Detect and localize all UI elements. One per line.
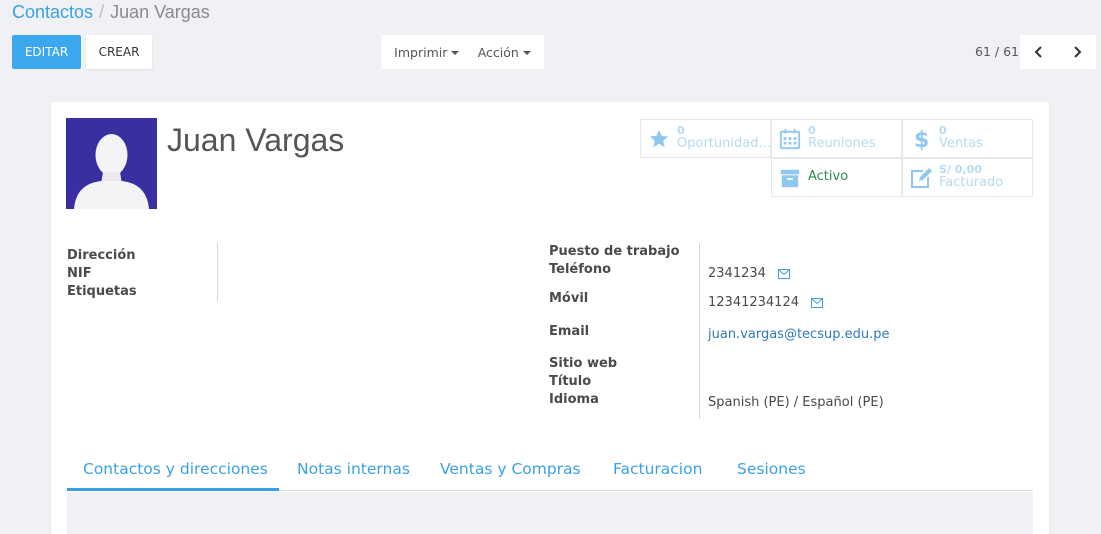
partner-avatar[interactable] [66, 118, 157, 209]
calendar-icon [779, 128, 801, 149]
phone-value: 2341234 [708, 266, 766, 281]
sales-label: Ventas [939, 137, 983, 152]
breadcrumb: Contactos / Juan Vargas [12, 2, 210, 23]
active-toggle-button[interactable]: Activo [771, 158, 902, 197]
breadcrumb-separator: / [99, 2, 105, 22]
meetings-count: 0 [808, 124, 816, 138]
meetings-label: Reuniones [808, 137, 876, 152]
tab-sales-purchases[interactable]: Ventas y Compras [440, 460, 581, 478]
phone-label: Teléfono [549, 262, 612, 277]
caret-down-icon [451, 51, 460, 55]
title-label: Título [549, 374, 592, 389]
archive-icon [780, 169, 800, 187]
pager-previous-button[interactable] [1020, 35, 1058, 69]
opportunities-count: 0 [677, 124, 685, 138]
partner-name: Juan Vargas [167, 122, 345, 158]
tab-content-area [67, 492, 1033, 534]
opportunities-label: Oportunidad... [677, 137, 769, 152]
tags-label: Etiquetas [67, 284, 137, 299]
email-link[interactable]: juan.vargas@tecsup.edu.pe [708, 327, 889, 342]
email-label: Email [549, 324, 590, 339]
pager-nav [1020, 35, 1096, 69]
caret-down-icon [522, 51, 531, 55]
svg-text:$: $ [914, 128, 929, 151]
phone-value-row: 2341234 [708, 266, 790, 281]
tab-contacts-addresses[interactable]: Contactos y direcciones [83, 460, 268, 478]
create-button[interactable]: CREAR [86, 35, 152, 69]
opportunities-stat-button[interactable]: 0 Oportunidad... [640, 119, 771, 158]
envelope-icon[interactable] [777, 268, 790, 279]
breadcrumb-contacts-link[interactable]: Contactos [12, 2, 93, 22]
person-silhouette-icon [74, 134, 149, 209]
sales-stat-button[interactable]: $ 0 Ventas [902, 119, 1033, 158]
actions-bar: Imprimir Acción [381, 35, 544, 69]
notebook-tabs: Contactos y direcciones Notas internas V… [67, 454, 1033, 491]
form-sheet: Juan Vargas 0 Oportunidad... 0 Reuniones… [51, 102, 1049, 534]
breadcrumb-current: Juan Vargas [110, 2, 210, 22]
tab-sessions[interactable]: Sesiones [737, 460, 806, 478]
job-position-label: Puesto de trabajo [549, 244, 680, 259]
tab-internal-notes[interactable]: Notas internas [297, 460, 410, 478]
pager-next-button[interactable] [1058, 35, 1096, 69]
sales-count: 0 [939, 124, 947, 138]
active-tab-indicator [67, 488, 279, 491]
edit-pencil-icon [911, 167, 932, 188]
dollar-icon: $ [914, 128, 929, 151]
meetings-stat-button[interactable]: 0 Reuniones [771, 119, 902, 158]
website-label: Sitio web [549, 356, 618, 371]
envelope-icon[interactable] [810, 297, 823, 308]
mobile-label: Móvil [549, 291, 589, 306]
address-label: Dirección [67, 248, 136, 263]
action-dropdown-label: Acción [477, 44, 519, 60]
invoiced-label: Facturado [939, 176, 1004, 191]
mobile-value-row: 12341234124 [708, 295, 823, 310]
invoiced-stat-button[interactable]: S/ 0,00 Facturado [902, 158, 1033, 197]
right-group-divider [699, 243, 700, 419]
print-dropdown-label: Imprimir [394, 44, 448, 60]
print-dropdown[interactable]: Imprimir [394, 44, 460, 60]
language-label: Idioma [549, 392, 599, 407]
nif-label: NIF [67, 266, 92, 281]
left-group-divider [217, 243, 218, 301]
chevron-left-icon [1034, 46, 1042, 58]
chevron-right-icon [1074, 46, 1082, 58]
mobile-value: 12341234124 [708, 295, 799, 310]
star-icon [649, 129, 669, 147]
pager-counter: 61 / 61 [975, 44, 1019, 59]
active-status-label: Activo [808, 169, 849, 185]
action-dropdown[interactable]: Acción [478, 45, 531, 60]
edit-button[interactable]: EDITAR [12, 35, 81, 69]
tab-invoicing[interactable]: Facturacion [613, 460, 702, 478]
language-value: Spanish (PE) / Español (PE) [708, 395, 884, 410]
invoiced-amount: S/ 0,00 [939, 163, 982, 177]
